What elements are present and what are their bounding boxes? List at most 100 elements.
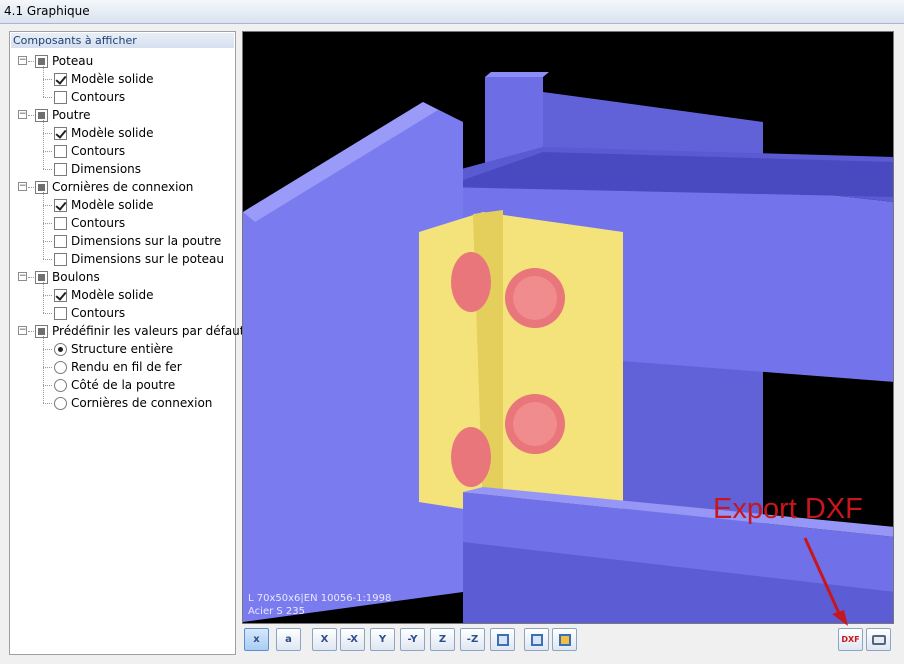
item-label: Côté de la poutre [71,378,176,392]
tree-checkbox-item[interactable]: Contours [54,142,125,160]
checkbox[interactable] [54,144,67,158]
copy-button[interactable] [552,628,577,651]
bolt [451,427,491,487]
checkbox[interactable] [54,198,67,212]
collapse-toggle[interactable]: − [18,272,27,281]
text-icon: a [285,634,292,645]
item-label: Rendu en fil de fer [71,360,182,374]
bolt-head [513,402,557,446]
checkbox[interactable] [54,162,67,176]
tree-checkbox-item[interactable]: Contours [54,304,125,322]
radio-option[interactable]: Structure entière [54,340,173,358]
tree-group[interactable]: Boulons [35,268,100,286]
group-checkbox[interactable] [35,324,48,338]
collapse-toggle[interactable]: − [18,326,27,335]
group-checkbox[interactable] [35,54,48,68]
tree-group[interactable]: Cornières de connexion [35,178,193,196]
radio-button[interactable] [54,396,67,410]
item-label: Contours [71,144,126,158]
view-minus-y-button[interactable]: -Y [400,628,425,651]
angle-cleat [419,212,623,512]
annotation-arrow [803,537,848,626]
view-y-button[interactable]: Y [370,628,395,651]
info-material: Acier S 235 [248,606,305,617]
item-label: Contours [71,90,126,104]
tree-checkbox-item[interactable]: Modèle solide [54,124,154,142]
radio-button[interactable] [54,360,67,374]
info-profile: L 70x50x6|EN 10056-1:1998 [248,593,392,604]
tree-checkbox-item[interactable]: Modèle solide [54,286,154,304]
group-checkbox[interactable] [35,108,48,122]
checkbox[interactable] [54,216,67,230]
view-minus-z-icon: -Z [466,634,479,645]
printer-icon [871,634,886,645]
view-x-icon: X [320,634,329,645]
radio-option[interactable]: Côté de la poutre [54,376,175,394]
tree-checkbox-item[interactable]: Contours [54,88,125,106]
tree-checkbox-item[interactable]: Contours [54,214,125,232]
view-z-button[interactable]: Z [430,628,455,651]
group-label: Boulons [52,270,100,284]
checkbox[interactable] [54,252,67,266]
view-x-button[interactable]: X [312,628,337,651]
group-label: Cornières de connexion [52,180,194,194]
dxf-icon: DXF [841,635,860,644]
tree-checkbox-item[interactable]: Modèle solide [54,196,154,214]
tree-group[interactable]: Prédéfinir les valeurs par défaut [35,322,245,340]
radio-option[interactable]: Cornières de connexion [54,394,212,412]
item-label: Modèle solide [71,288,154,302]
view-minus-x-icon: -X [346,634,359,645]
item-label: Contours [71,216,126,230]
item-label: Contours [71,306,126,320]
bolt [451,252,491,312]
checkbox[interactable] [54,234,67,248]
settings-icon [530,633,543,646]
group-checkbox[interactable] [35,180,48,194]
view-minus-y-icon: -Y [407,634,418,645]
collapse-toggle[interactable]: − [18,110,27,119]
copy-icon [558,633,571,646]
print-button[interactable] [866,628,891,651]
item-label: Modèle solide [71,198,154,212]
export-dxf-annotation: Export DXF [713,493,863,525]
text-button[interactable]: a [276,628,301,651]
tree-checkbox-item[interactable]: Dimensions [54,160,141,178]
group-label: Prédéfinir les valeurs par défaut [52,324,245,338]
radio-button[interactable] [54,378,67,392]
tree-checkbox-item[interactable]: Dimensions sur le poteau [54,250,224,268]
collapse-toggle[interactable]: − [18,182,27,191]
item-label: Dimensions sur le poteau [71,252,224,266]
iso-view-icon [496,633,509,646]
tree-checkbox-item[interactable]: Dimensions sur la poutre [54,232,221,250]
group-label: Poteau [52,54,94,68]
export-dxf-button[interactable]: DXF [838,628,863,651]
checkbox[interactable] [54,126,67,140]
checkbox[interactable] [54,288,67,302]
settings-button[interactable] [524,628,549,651]
item-label: Cornières de connexion [71,396,213,410]
collapse-toggle[interactable]: − [18,56,27,65]
checkbox[interactable] [54,90,67,104]
dimension-x-button[interactable]: x [244,628,269,651]
panel-title: Composants à afficher [11,33,234,48]
view-minus-x-button[interactable]: -X [340,628,365,651]
checkbox[interactable] [54,72,67,86]
view-minus-z-button[interactable]: -Z [460,628,485,651]
radio-button[interactable] [54,342,67,356]
components-panel: Composants à afficher − Poteau Modèle soli… [9,31,245,655]
view-z-icon: Z [438,634,447,645]
tree-checkbox-item[interactable]: Modèle solide [54,70,154,88]
dimension-x-icon: x [253,634,260,645]
radio-option[interactable]: Rendu en fil de fer [54,358,182,376]
window-title: 4.1 Graphique [0,0,904,24]
item-label: Dimensions sur la poutre [71,234,222,248]
view-y-icon: Y [378,634,387,645]
selection-info: L 70x50x6|EN 10056-1:1998 Acier S 235 [248,592,391,618]
item-label: Structure entière [71,342,174,356]
checkbox[interactable] [54,306,67,320]
group-checkbox[interactable] [35,270,48,284]
bolt-head [513,276,557,320]
item-label: Dimensions [71,162,142,176]
iso-view-button[interactable] [490,628,515,651]
item-label: Modèle solide [71,126,154,140]
